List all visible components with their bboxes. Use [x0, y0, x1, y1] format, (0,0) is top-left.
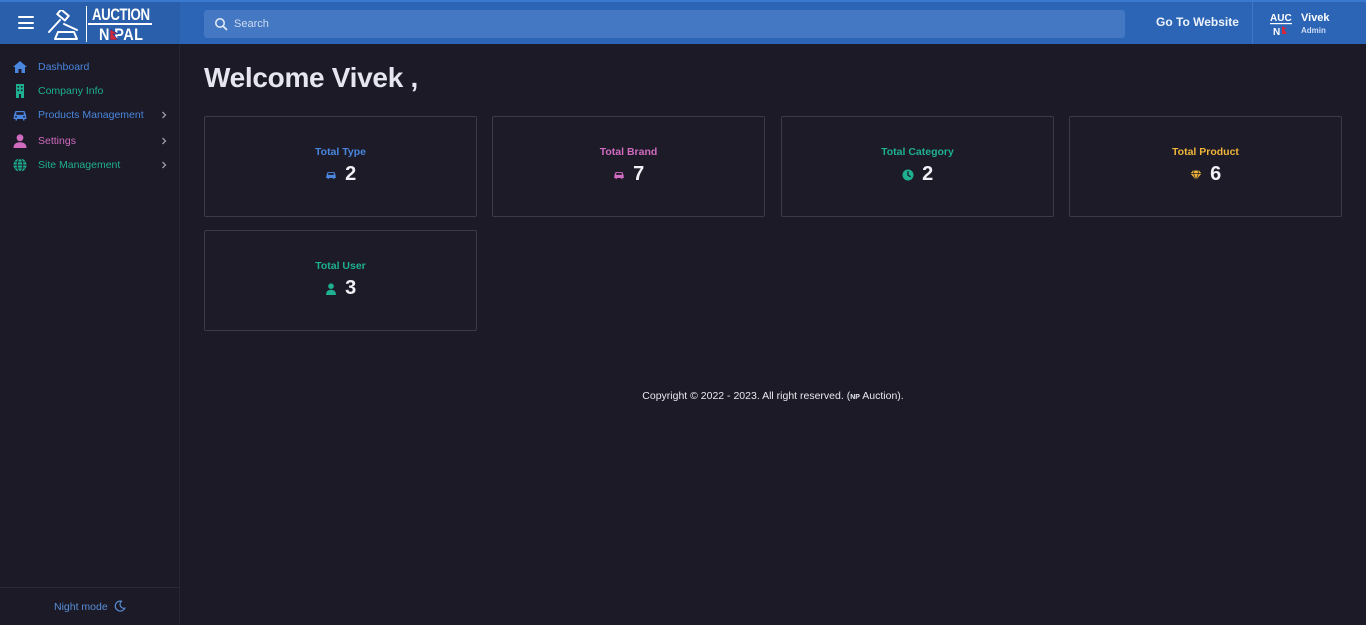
- avatar[interactable]: AUC N: [1269, 11, 1293, 37]
- clock-icon: [902, 169, 914, 180]
- globe-icon: [13, 158, 27, 172]
- copyright-np: NP: [850, 394, 860, 401]
- sidebar-item-site-management[interactable]: Site Management: [12, 157, 172, 173]
- stat-card-total-category[interactable]: Total Category 2: [781, 116, 1054, 217]
- stat-card-title: Total User: [315, 260, 366, 272]
- sidebar-item-products-management[interactable]: Products Management: [12, 107, 172, 123]
- moon-icon[interactable]: [114, 600, 126, 612]
- sidebar-item-label: Company Info: [38, 85, 104, 97]
- user-separator: [1252, 2, 1253, 44]
- sidebar-item-label: Settings: [38, 135, 76, 147]
- sidebar-item-company-info[interactable]: Company Info: [12, 83, 172, 99]
- sidebar: Dashboard Company Info Products Manageme…: [0, 44, 180, 625]
- user-name[interactable]: Vivek: [1301, 12, 1330, 24]
- top-navbar: AUCTION N PAL Go To Website AUC N Vivek …: [0, 0, 1366, 44]
- user-icon: [13, 134, 27, 148]
- gem-icon: [1190, 169, 1202, 181]
- stat-card-value: 2: [345, 163, 357, 185]
- hamburger-menu-icon[interactable]: [18, 16, 34, 29]
- search-input[interactable]: [234, 10, 1114, 38]
- chevron-right-icon: [162, 161, 167, 169]
- stat-card-total-type[interactable]: Total Type 2: [204, 116, 477, 217]
- stat-card-total-product[interactable]: Total Product 6: [1069, 116, 1342, 217]
- logo-divider: [86, 6, 87, 42]
- user-role: Admin: [1301, 26, 1326, 35]
- car-icon: [13, 111, 27, 121]
- stat-card-value: 7: [633, 163, 645, 185]
- stat-card-title: Total Category: [881, 146, 954, 158]
- copyright-text: Copyright © 2022 - 2023. All right reser…: [0, 390, 1366, 402]
- sidebar-item-dashboard[interactable]: Dashboard: [12, 59, 172, 75]
- logo[interactable]: AUCTION N PAL: [44, 4, 154, 44]
- go-to-website-link[interactable]: Go To Website: [1156, 15, 1239, 29]
- stat-card-title: Total Product: [1172, 146, 1239, 158]
- stat-card-title: Total Brand: [599, 146, 658, 158]
- copyright-end: Auction).: [859, 390, 904, 402]
- sidebar-footer-divider: [0, 587, 179, 588]
- user-icon: [325, 282, 336, 295]
- nepal-flag-icon: [110, 29, 118, 40]
- copyright-main: Copyright © 2022 - 2023. All right reser…: [642, 390, 851, 402]
- stat-card-value: 2: [922, 163, 934, 185]
- gavel-icon: [48, 10, 78, 40]
- logo-text-bottom: N PAL: [99, 25, 144, 44]
- car-icon: [325, 171, 336, 179]
- car-icon: [613, 171, 624, 179]
- sidebar-item-label: Site Management: [38, 159, 121, 171]
- svg-text:AUC: AUC: [1270, 13, 1292, 24]
- night-mode-toggle[interactable]: Night mode: [54, 601, 108, 613]
- chevron-right-icon: [162, 137, 167, 145]
- page-title: Welcome Vivek ,: [204, 62, 418, 93]
- search-bar[interactable]: [204, 10, 1125, 38]
- search-icon: [215, 18, 228, 31]
- sidebar-item-settings[interactable]: Settings: [12, 133, 172, 149]
- stat-card-value: 6: [1210, 163, 1222, 185]
- logo-text-top: AUCTION: [92, 5, 150, 24]
- stat-card-value: 3: [345, 277, 357, 299]
- stat-card-total-user[interactable]: Total User 3: [204, 230, 477, 331]
- svg-text:N: N: [1273, 27, 1280, 37]
- chevron-right-icon: [162, 111, 167, 119]
- sidebar-item-label: Products Management: [38, 109, 144, 121]
- stat-card-total-brand[interactable]: Total Brand 7: [492, 116, 765, 217]
- building-icon: [16, 84, 24, 98]
- sidebar-item-label: Dashboard: [38, 61, 90, 73]
- home-icon: [13, 61, 27, 73]
- brand-area: AUCTION N PAL: [0, 2, 180, 44]
- stat-card-title: Total Type: [315, 146, 366, 158]
